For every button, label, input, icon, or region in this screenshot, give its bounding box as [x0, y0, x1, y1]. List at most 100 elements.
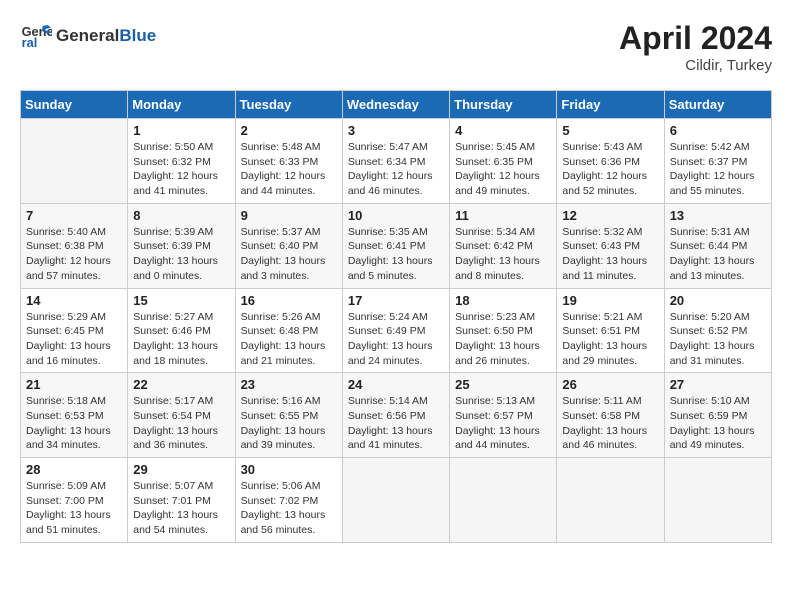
- day-number: 24: [348, 377, 444, 392]
- day-number: 11: [455, 208, 551, 223]
- day-number: 30: [241, 462, 337, 477]
- header-wednesday: Wednesday: [342, 91, 449, 119]
- day-number: 25: [455, 377, 551, 392]
- day-number: 17: [348, 293, 444, 308]
- day-info: Sunrise: 5:43 AMSunset: 6:36 PMDaylight:…: [562, 140, 658, 199]
- page-header: Gene ral GeneralBlue April 2024 Cildir, …: [20, 20, 772, 74]
- day-number: 20: [670, 293, 766, 308]
- calendar-cell: 3 Sunrise: 5:47 AMSunset: 6:34 PMDayligh…: [342, 119, 449, 204]
- day-info: Sunrise: 5:11 AMSunset: 6:58 PMDaylight:…: [562, 394, 658, 453]
- day-number: 5: [562, 123, 658, 138]
- day-info: Sunrise: 5:47 AMSunset: 6:34 PMDaylight:…: [348, 140, 444, 199]
- calendar-cell: 24 Sunrise: 5:14 AMSunset: 6:56 PMDaylig…: [342, 373, 449, 458]
- day-info: Sunrise: 5:35 AMSunset: 6:41 PMDaylight:…: [348, 225, 444, 284]
- day-info: Sunrise: 5:39 AMSunset: 6:39 PMDaylight:…: [133, 225, 229, 284]
- calendar-cell: 8 Sunrise: 5:39 AMSunset: 6:39 PMDayligh…: [128, 203, 235, 288]
- calendar-cell: 26 Sunrise: 5:11 AMSunset: 6:58 PMDaylig…: [557, 373, 664, 458]
- day-info: Sunrise: 5:20 AMSunset: 6:52 PMDaylight:…: [670, 310, 766, 369]
- day-info: Sunrise: 5:26 AMSunset: 6:48 PMDaylight:…: [241, 310, 337, 369]
- calendar-cell: 22 Sunrise: 5:17 AMSunset: 6:54 PMDaylig…: [128, 373, 235, 458]
- day-number: 16: [241, 293, 337, 308]
- day-info: Sunrise: 5:24 AMSunset: 6:49 PMDaylight:…: [348, 310, 444, 369]
- day-info: Sunrise: 5:18 AMSunset: 6:53 PMDaylight:…: [26, 394, 122, 453]
- day-info: Sunrise: 5:16 AMSunset: 6:55 PMDaylight:…: [241, 394, 337, 453]
- day-number: 27: [670, 377, 766, 392]
- calendar-cell: 15 Sunrise: 5:27 AMSunset: 6:46 PMDaylig…: [128, 288, 235, 373]
- day-number: 7: [26, 208, 122, 223]
- calendar-cell: 29 Sunrise: 5:07 AMSunset: 7:01 PMDaylig…: [128, 458, 235, 543]
- day-number: 26: [562, 377, 658, 392]
- header-monday: Monday: [128, 91, 235, 119]
- day-number: 2: [241, 123, 337, 138]
- svg-text:ral: ral: [22, 35, 38, 50]
- header-thursday: Thursday: [450, 91, 557, 119]
- day-number: 18: [455, 293, 551, 308]
- day-number: 29: [133, 462, 229, 477]
- calendar-cell: 12 Sunrise: 5:32 AMSunset: 6:43 PMDaylig…: [557, 203, 664, 288]
- day-info: Sunrise: 5:31 AMSunset: 6:44 PMDaylight:…: [670, 225, 766, 284]
- calendar-cell: 21 Sunrise: 5:18 AMSunset: 6:53 PMDaylig…: [21, 373, 128, 458]
- day-info: Sunrise: 5:10 AMSunset: 6:59 PMDaylight:…: [670, 394, 766, 453]
- day-info: Sunrise: 5:07 AMSunset: 7:01 PMDaylight:…: [133, 479, 229, 538]
- day-info: Sunrise: 5:27 AMSunset: 6:46 PMDaylight:…: [133, 310, 229, 369]
- day-info: Sunrise: 5:17 AMSunset: 6:54 PMDaylight:…: [133, 394, 229, 453]
- calendar-cell: 20 Sunrise: 5:20 AMSunset: 6:52 PMDaylig…: [664, 288, 771, 373]
- day-number: 1: [133, 123, 229, 138]
- day-info: Sunrise: 5:29 AMSunset: 6:45 PMDaylight:…: [26, 310, 122, 369]
- day-number: 21: [26, 377, 122, 392]
- day-info: Sunrise: 5:42 AMSunset: 6:37 PMDaylight:…: [670, 140, 766, 199]
- calendar-cell: 9 Sunrise: 5:37 AMSunset: 6:40 PMDayligh…: [235, 203, 342, 288]
- day-info: Sunrise: 5:09 AMSunset: 7:00 PMDaylight:…: [26, 479, 122, 538]
- calendar-cell: 6 Sunrise: 5:42 AMSunset: 6:37 PMDayligh…: [664, 119, 771, 204]
- calendar-cell: 16 Sunrise: 5:26 AMSunset: 6:48 PMDaylig…: [235, 288, 342, 373]
- calendar-cell: 18 Sunrise: 5:23 AMSunset: 6:50 PMDaylig…: [450, 288, 557, 373]
- week-row-2: 7 Sunrise: 5:40 AMSunset: 6:38 PMDayligh…: [21, 203, 772, 288]
- day-number: 22: [133, 377, 229, 392]
- day-number: 3: [348, 123, 444, 138]
- calendar-cell: 2 Sunrise: 5:48 AMSunset: 6:33 PMDayligh…: [235, 119, 342, 204]
- calendar-cell: [557, 458, 664, 543]
- calendar-cell: 30 Sunrise: 5:06 AMSunset: 7:02 PMDaylig…: [235, 458, 342, 543]
- day-info: Sunrise: 5:14 AMSunset: 6:56 PMDaylight:…: [348, 394, 444, 453]
- calendar-cell: 14 Sunrise: 5:29 AMSunset: 6:45 PMDaylig…: [21, 288, 128, 373]
- calendar-cell: 13 Sunrise: 5:31 AMSunset: 6:44 PMDaylig…: [664, 203, 771, 288]
- calendar-cell: 4 Sunrise: 5:45 AMSunset: 6:35 PMDayligh…: [450, 119, 557, 204]
- header-sunday: Sunday: [21, 91, 128, 119]
- day-info: Sunrise: 5:21 AMSunset: 6:51 PMDaylight:…: [562, 310, 658, 369]
- day-info: Sunrise: 5:23 AMSunset: 6:50 PMDaylight:…: [455, 310, 551, 369]
- day-number: 12: [562, 208, 658, 223]
- calendar-cell: 17 Sunrise: 5:24 AMSunset: 6:49 PMDaylig…: [342, 288, 449, 373]
- calendar-cell: 1 Sunrise: 5:50 AMSunset: 6:32 PMDayligh…: [128, 119, 235, 204]
- day-info: Sunrise: 5:13 AMSunset: 6:57 PMDaylight:…: [455, 394, 551, 453]
- week-row-3: 14 Sunrise: 5:29 AMSunset: 6:45 PMDaylig…: [21, 288, 772, 373]
- day-info: Sunrise: 5:34 AMSunset: 6:42 PMDaylight:…: [455, 225, 551, 284]
- calendar-cell: [450, 458, 557, 543]
- logo-icon: Gene ral: [20, 20, 52, 52]
- month-title: April 2024: [619, 20, 772, 57]
- header-tuesday: Tuesday: [235, 91, 342, 119]
- day-number: 28: [26, 462, 122, 477]
- calendar-cell: [342, 458, 449, 543]
- calendar-cell: [21, 119, 128, 204]
- day-number: 15: [133, 293, 229, 308]
- calendar-cell: 28 Sunrise: 5:09 AMSunset: 7:00 PMDaylig…: [21, 458, 128, 543]
- day-info: Sunrise: 5:50 AMSunset: 6:32 PMDaylight:…: [133, 140, 229, 199]
- day-number: 4: [455, 123, 551, 138]
- week-row-4: 21 Sunrise: 5:18 AMSunset: 6:53 PMDaylig…: [21, 373, 772, 458]
- day-number: 8: [133, 208, 229, 223]
- calendar-cell: 25 Sunrise: 5:13 AMSunset: 6:57 PMDaylig…: [450, 373, 557, 458]
- calendar-table: SundayMondayTuesdayWednesdayThursdayFrid…: [20, 90, 772, 543]
- day-number: 23: [241, 377, 337, 392]
- logo-text-blue: Blue: [119, 26, 156, 45]
- day-number: 14: [26, 293, 122, 308]
- title-block: April 2024 Cildir, Turkey: [619, 20, 772, 74]
- logo: Gene ral GeneralBlue: [20, 20, 156, 52]
- day-info: Sunrise: 5:06 AMSunset: 7:02 PMDaylight:…: [241, 479, 337, 538]
- day-info: Sunrise: 5:37 AMSunset: 6:40 PMDaylight:…: [241, 225, 337, 284]
- calendar-cell: 10 Sunrise: 5:35 AMSunset: 6:41 PMDaylig…: [342, 203, 449, 288]
- header-friday: Friday: [557, 91, 664, 119]
- calendar-cell: 5 Sunrise: 5:43 AMSunset: 6:36 PMDayligh…: [557, 119, 664, 204]
- calendar-cell: 7 Sunrise: 5:40 AMSunset: 6:38 PMDayligh…: [21, 203, 128, 288]
- calendar-cell: 19 Sunrise: 5:21 AMSunset: 6:51 PMDaylig…: [557, 288, 664, 373]
- header-row: SundayMondayTuesdayWednesdayThursdayFrid…: [21, 91, 772, 119]
